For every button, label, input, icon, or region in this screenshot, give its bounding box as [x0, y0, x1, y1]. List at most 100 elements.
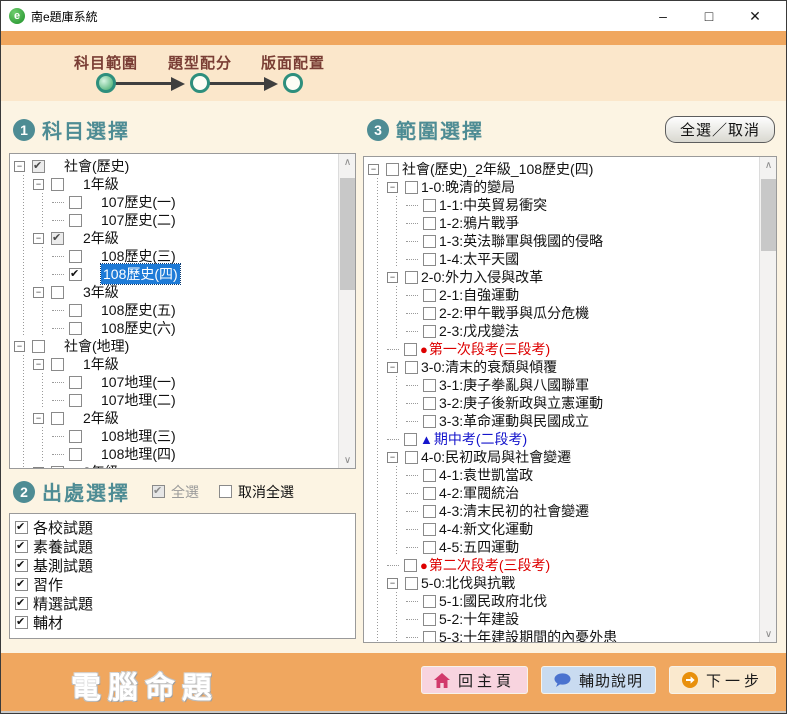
- tree-checkbox[interactable]: [423, 289, 436, 302]
- tree-item-label[interactable]: 5-3:十年建設期間的內憂外患: [439, 627, 617, 642]
- tree-item[interactable]: 1-4:太平天國: [368, 250, 759, 268]
- tree-checkbox[interactable]: [69, 214, 82, 227]
- tree-checkbox[interactable]: [423, 199, 436, 212]
- tree-item[interactable]: ▲期中考(二段考): [368, 430, 759, 448]
- tree-item-label[interactable]: 2-3:戊戌變法: [439, 321, 519, 341]
- expand-collapse-icon[interactable]: −: [14, 161, 25, 172]
- tree-item[interactable]: −3-0:清末的衰頹與傾覆: [368, 358, 759, 376]
- expand-collapse-icon[interactable]: −: [33, 233, 44, 244]
- tree-item[interactable]: 108歷史(三): [14, 247, 338, 265]
- tree-item-label[interactable]: 2-0:外力入侵與改革: [421, 267, 543, 287]
- minimize-button[interactable]: –: [640, 1, 686, 31]
- tree-item[interactable]: 107地理(一): [14, 373, 338, 391]
- tree-item-label[interactable]: 108歷史(五): [101, 300, 176, 320]
- tree-item[interactable]: −5-0:北伐與抗戰: [368, 574, 759, 592]
- tree-item[interactable]: 4-2:軍閥統治: [368, 484, 759, 502]
- tree-item-label[interactable]: 4-4:新文化運動: [439, 519, 533, 539]
- select-all-option[interactable]: 全選: [152, 482, 199, 502]
- tree-checkbox[interactable]: [51, 178, 64, 191]
- tree-item-label[interactable]: 第二次段考(三段考): [429, 555, 550, 575]
- tree-checkbox[interactable]: [69, 376, 82, 389]
- tree-item[interactable]: 5-3:十年建設期間的內憂外患: [368, 628, 759, 642]
- tree-checkbox[interactable]: [404, 559, 417, 572]
- tree-item[interactable]: −4-0:民初政局與社會變遷: [368, 448, 759, 466]
- tree-item[interactable]: 108地理(四): [14, 445, 338, 463]
- tree-item-label[interactable]: 3-3:革命運動與民國成立: [439, 411, 589, 431]
- tree-checkbox[interactable]: [423, 541, 436, 554]
- tree-item-label[interactable]: 1年級: [83, 354, 119, 374]
- tree-item-label[interactable]: 期中考(二段考): [434, 429, 527, 449]
- tree-checkbox[interactable]: [69, 196, 82, 209]
- deselect-all-checkbox[interactable]: [219, 485, 232, 498]
- tree-item-label[interactable]: 107歷史(一): [101, 192, 176, 212]
- close-button[interactable]: ✕: [732, 1, 778, 31]
- tree-checkbox[interactable]: [69, 448, 82, 461]
- tree-checkbox[interactable]: [69, 430, 82, 443]
- tree-item-label[interactable]: 108歷史(四): [101, 264, 180, 284]
- tree-item[interactable]: 2-1:自強運動: [368, 286, 759, 304]
- tree-item-label[interactable]: 1年級: [83, 174, 119, 194]
- source-checkbox[interactable]: [15, 540, 28, 553]
- maximize-button[interactable]: □: [686, 1, 732, 31]
- tree-checkbox[interactable]: [51, 466, 64, 469]
- tree-item[interactable]: ●第一次段考(三段考): [368, 340, 759, 358]
- tree-item-label[interactable]: 108地理(四): [101, 444, 176, 464]
- tree-item[interactable]: ●第二次段考(三段考): [368, 556, 759, 574]
- tree-checkbox[interactable]: [51, 232, 64, 245]
- tree-item-label[interactable]: 108地理(三): [101, 426, 176, 446]
- tree-checkbox[interactable]: [423, 397, 436, 410]
- tree-item[interactable]: 108歷史(五): [14, 301, 338, 319]
- source-checkbox[interactable]: [15, 578, 28, 591]
- expand-collapse-icon[interactable]: −: [387, 272, 398, 283]
- scroll-up-icon[interactable]: ∧: [339, 154, 356, 170]
- source-checkbox[interactable]: [15, 597, 28, 610]
- tree-checkbox[interactable]: [423, 235, 436, 248]
- tree-item-label[interactable]: 社會(歷史)_2年級_108歷史(四): [402, 159, 593, 179]
- tree-item-label[interactable]: 4-1:袁世凱當政: [439, 465, 533, 485]
- tree-item[interactable]: 2-3:戊戌變法: [368, 322, 759, 340]
- source-list-item[interactable]: 習作: [15, 575, 355, 594]
- tree-item[interactable]: 5-2:十年建設: [368, 610, 759, 628]
- expand-collapse-icon[interactable]: −: [387, 182, 398, 193]
- subject-tree-scrollbar[interactable]: ∧ ∨: [338, 154, 355, 468]
- tree-item[interactable]: −社會(歷史): [14, 157, 338, 175]
- tree-checkbox[interactable]: [423, 631, 436, 643]
- tree-item[interactable]: −1年級: [14, 355, 338, 373]
- next-button[interactable]: 下一步: [669, 666, 776, 694]
- tree-item-label[interactable]: 107地理(二): [101, 390, 176, 410]
- tree-item[interactable]: 4-4:新文化運動: [368, 520, 759, 538]
- tree-item-label[interactable]: 108歷史(三): [101, 246, 176, 266]
- tree-item[interactable]: −2年級: [14, 409, 338, 427]
- tree-item-label[interactable]: 4-3:清末民初的社會變遷: [439, 501, 589, 521]
- scrollbar-thumb[interactable]: [761, 179, 776, 251]
- tree-item[interactable]: − 2年級: [14, 229, 338, 247]
- tree-item[interactable]: 1-1:中英貿易衝突: [368, 196, 759, 214]
- expand-collapse-icon[interactable]: −: [14, 341, 25, 352]
- tree-item[interactable]: −1年級: [14, 175, 338, 193]
- tree-item-label[interactable]: 2年級: [83, 228, 119, 248]
- tree-item[interactable]: −1-0:晚清的變局: [368, 178, 759, 196]
- tree-item-label[interactable]: 108歷史(六): [101, 318, 176, 338]
- tree-item[interactable]: 2-2:甲午戰爭與瓜分危機: [368, 304, 759, 322]
- tree-checkbox[interactable]: [423, 379, 436, 392]
- tree-item-label[interactable]: 社會(地理): [64, 336, 129, 356]
- tree-item-label[interactable]: 1-2:鴉片戰爭: [439, 213, 519, 233]
- tree-checkbox[interactable]: [405, 271, 418, 284]
- tree-item-label[interactable]: 4-2:軍閥統治: [439, 483, 519, 503]
- tree-checkbox[interactable]: [405, 451, 418, 464]
- source-list-item[interactable]: 素養試題: [15, 537, 355, 556]
- toggle-all-button[interactable]: 全選／取消: [665, 116, 775, 143]
- tree-checkbox[interactable]: [423, 487, 436, 500]
- tree-item[interactable]: 107地理(二): [14, 391, 338, 409]
- tree-checkbox[interactable]: [423, 523, 436, 536]
- tree-item-label[interactable]: 107歷史(二): [101, 210, 176, 230]
- tree-item[interactable]: 108歷史(六): [14, 319, 338, 337]
- source-list-item[interactable]: 基測試題: [15, 556, 355, 575]
- tree-item-label[interactable]: 2-2:甲午戰爭與瓜分危機: [439, 303, 589, 323]
- expand-collapse-icon[interactable]: −: [368, 164, 379, 175]
- tree-checkbox[interactable]: [32, 340, 45, 353]
- source-list-item[interactable]: 各校試題: [15, 518, 355, 537]
- tree-item-label[interactable]: 1-3:英法聯軍與俄國的侵略: [439, 231, 603, 251]
- source-list-item[interactable]: 輔材: [15, 613, 355, 632]
- tree-checkbox[interactable]: [423, 469, 436, 482]
